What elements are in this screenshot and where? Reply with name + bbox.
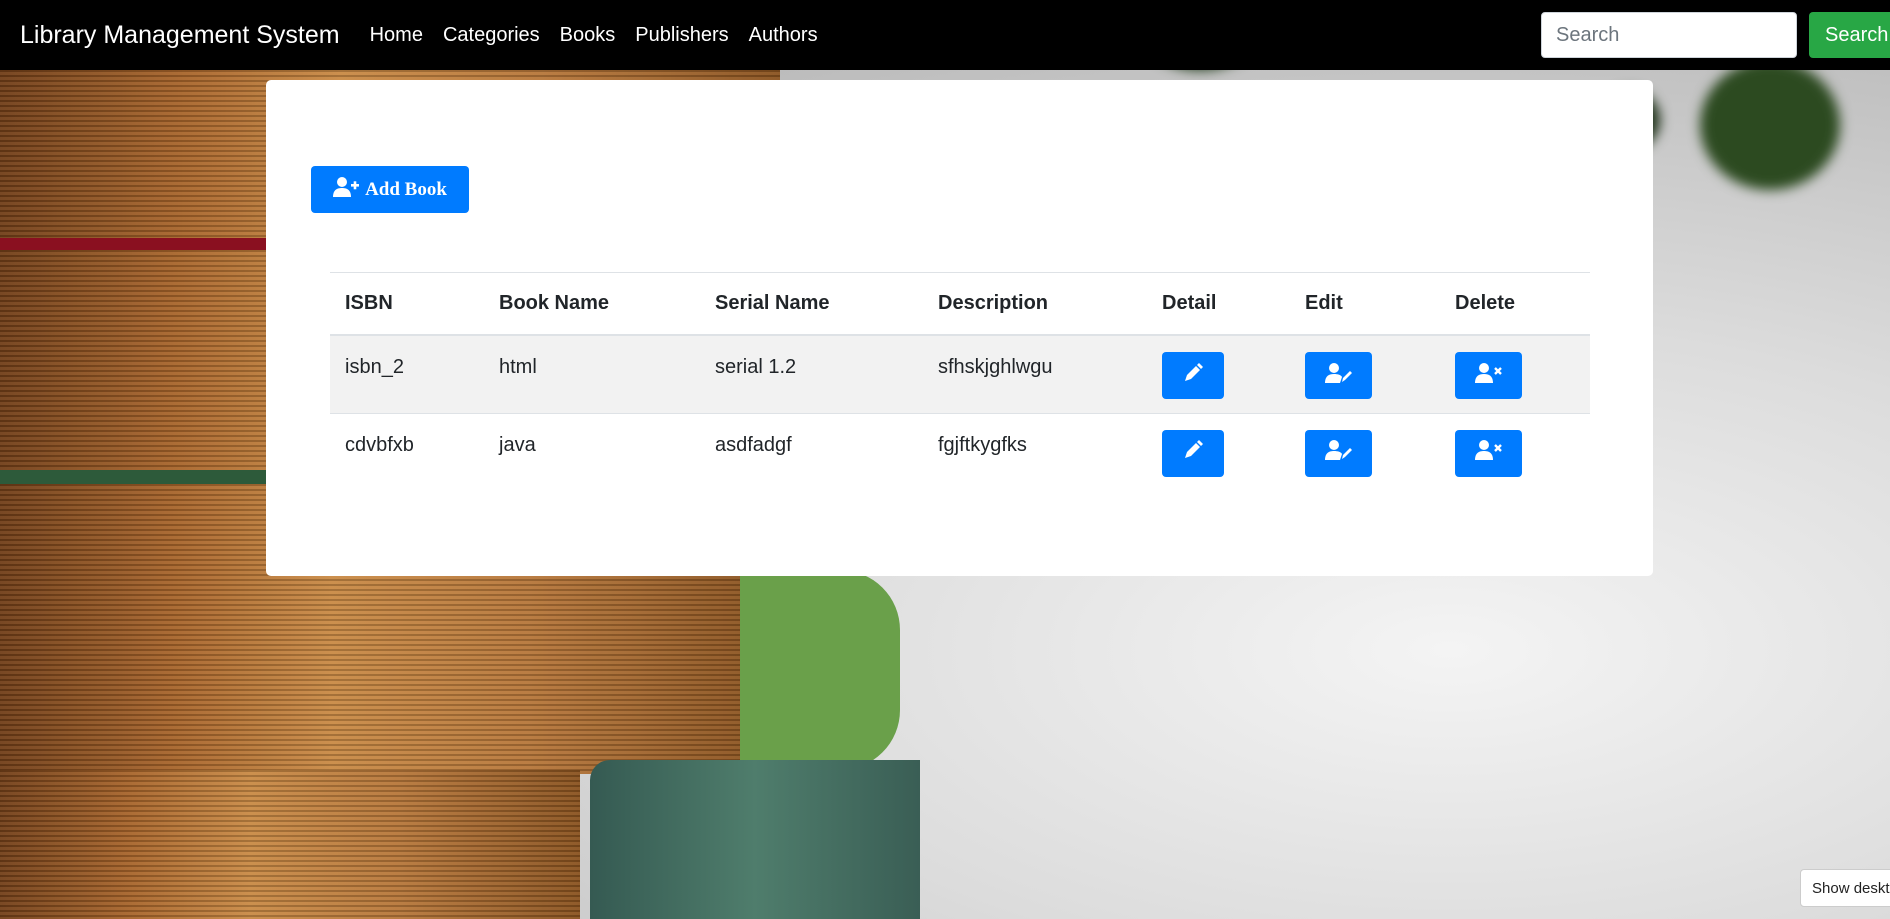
add-book-button[interactable]: Add Book	[311, 166, 469, 213]
search-input[interactable]	[1541, 12, 1797, 58]
cell-delete	[1440, 412, 1590, 491]
edit-button[interactable]	[1305, 352, 1372, 399]
top-navbar: Library Management System Home Categorie…	[0, 0, 1890, 70]
user-edit-icon	[1324, 439, 1353, 467]
pen-icon	[1182, 362, 1204, 390]
cell-isbn: isbn_2	[330, 334, 484, 413]
table-header-row: ISBN Book Name Serial Name Description D…	[330, 272, 1590, 336]
add-book-label: Add Book	[365, 178, 447, 200]
delete-button[interactable]	[1455, 352, 1522, 399]
search-button[interactable]: Search	[1809, 12, 1890, 58]
nav-link-books[interactable]: Books	[560, 24, 616, 47]
delete-button[interactable]	[1455, 429, 1522, 477]
header-description: Description	[923, 272, 1147, 336]
cell-isbn: cdvbfxb	[330, 412, 484, 491]
cell-edit	[1290, 412, 1440, 491]
user-edit-icon	[1324, 362, 1353, 390]
header-book-name: Book Name	[484, 272, 700, 336]
cell-book-name: java	[484, 412, 700, 491]
nav-link-categories[interactable]: Categories	[443, 24, 540, 47]
pen-icon	[1182, 439, 1204, 467]
brand-title[interactable]: Library Management System	[20, 21, 340, 50]
cell-book-name: html	[484, 334, 700, 413]
header-detail: Detail	[1147, 272, 1290, 336]
header-edit: Edit	[1290, 272, 1440, 336]
cell-detail	[1147, 334, 1290, 413]
nav-link-home[interactable]: Home	[370, 24, 423, 47]
detail-button[interactable]	[1162, 429, 1224, 477]
books-card: Add Book ISBN Book Name Serial Name Desc…	[266, 80, 1653, 576]
edit-button[interactable]	[1305, 429, 1372, 477]
header-delete: Delete	[1440, 272, 1590, 336]
show-desktop-button[interactable]: Show desktop	[1800, 869, 1890, 907]
nav-link-publishers[interactable]: Publishers	[635, 24, 728, 47]
user-times-icon	[1474, 439, 1503, 467]
table-row: isbn_2 html serial 1.2 sfhskjghlwgu	[330, 334, 1590, 413]
cell-serial-name: serial 1.2	[700, 334, 923, 413]
cell-description: sfhskjghlwgu	[923, 334, 1147, 413]
user-plus-icon	[333, 176, 360, 204]
books-table: ISBN Book Name Serial Name Description D…	[330, 272, 1590, 491]
header-serial-name: Serial Name	[700, 272, 923, 336]
detail-button[interactable]	[1162, 352, 1224, 399]
cell-description: fgjftkygfks	[923, 412, 1147, 491]
cell-delete	[1440, 334, 1590, 413]
table-row: cdvbfxb java asdfadgf fgjftkygfks	[330, 412, 1590, 491]
cell-detail	[1147, 412, 1290, 491]
cell-edit	[1290, 334, 1440, 413]
nav-link-authors[interactable]: Authors	[749, 24, 818, 47]
header-isbn: ISBN	[330, 272, 484, 336]
user-times-icon	[1474, 362, 1503, 390]
cell-serial-name: asdfadgf	[700, 412, 923, 491]
